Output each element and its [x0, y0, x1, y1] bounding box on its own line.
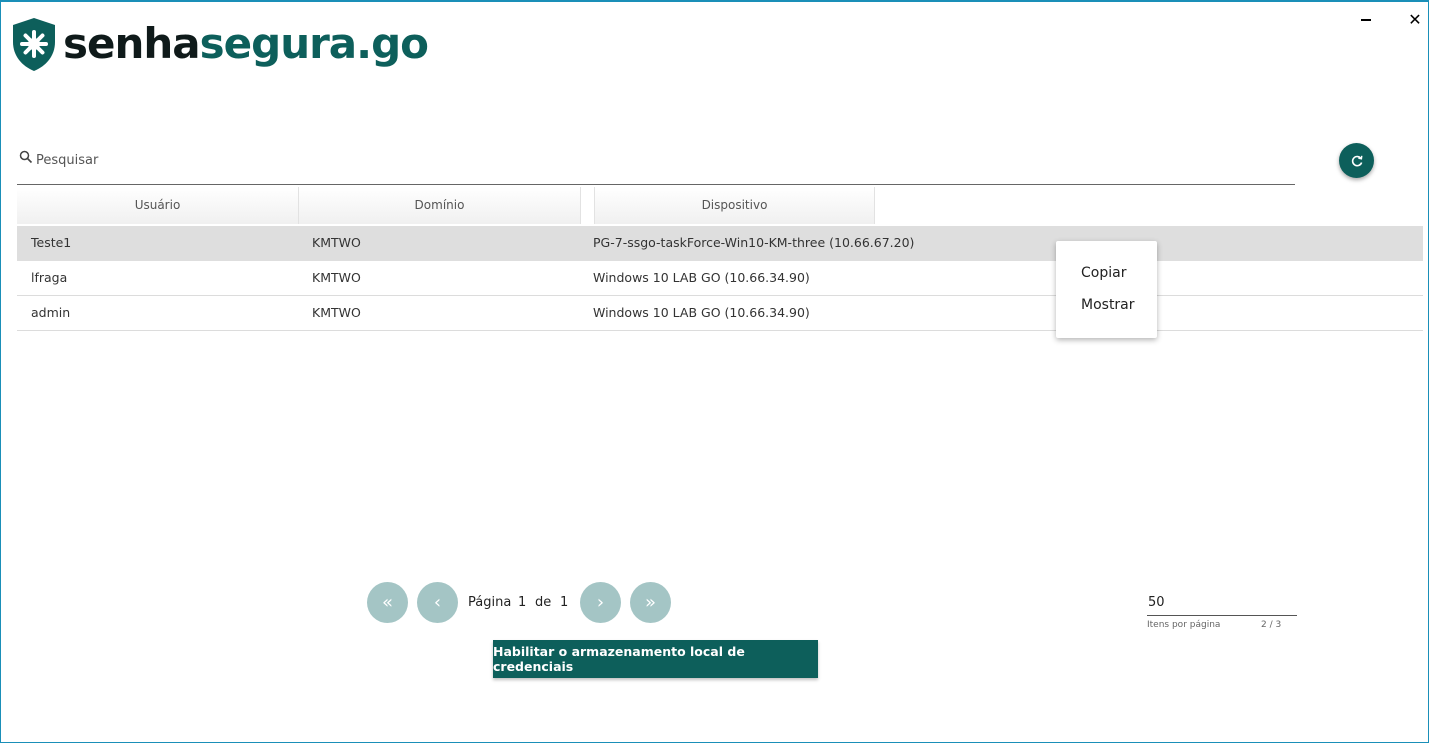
context-menu-show[interactable]: Mostrar	[1081, 297, 1135, 313]
brand-logo: senhasegura.go	[11, 14, 429, 74]
cell-user: lfraga	[31, 270, 68, 285]
table-row[interactable]: admin KMTWO Windows 10 LAB GO (10.66.34.…	[17, 296, 1423, 331]
cell-domain: KMTWO	[312, 270, 361, 285]
close-button[interactable]: ✕	[1403, 10, 1427, 30]
brand-name: senhasegura.go	[63, 16, 429, 72]
context-menu-copy[interactable]: Copiar	[1081, 265, 1126, 281]
items-per-page-select[interactable]: 50	[1147, 594, 1297, 616]
chevron-right-icon: ›	[596, 592, 605, 613]
cell-device: Windows 10 LAB GO (10.66.34.90)	[593, 305, 810, 320]
app-window: ✕ senhasegura.go Usuário	[0, 0, 1429, 743]
brand-name-part1: senha	[63, 19, 201, 68]
shield-logo-icon	[13, 18, 55, 71]
previous-page-button[interactable]: ‹	[417, 582, 458, 623]
cell-user: admin	[31, 305, 71, 320]
search-icon	[19, 150, 33, 164]
page-label: Página	[468, 595, 512, 610]
first-page-button[interactable]: «	[367, 582, 408, 623]
items-per-page-label: Itens por página	[1147, 620, 1221, 630]
cell-domain: KMTWO	[312, 235, 361, 250]
column-header-domain[interactable]: Domínio	[299, 187, 581, 224]
enable-local-storage-button[interactable]: Habilitar o armazenamento local de crede…	[493, 640, 818, 678]
column-header-user[interactable]: Usuário	[17, 187, 299, 224]
minimize-button[interactable]	[1355, 10, 1379, 30]
refresh-icon	[1351, 155, 1362, 166]
context-menu: Copiar Mostrar	[1056, 241, 1157, 338]
items-count: 2 / 3	[1261, 620, 1282, 630]
current-page: 1	[518, 595, 527, 610]
brand-name-part2: segura.go	[199, 19, 429, 68]
table-body: Teste1 KMTWO PG-7-ssgo-taskForce-Win10-K…	[17, 226, 1423, 331]
chevron-left-icon: ‹	[433, 592, 442, 613]
cell-user: Teste1	[31, 235, 72, 250]
last-page-button[interactable]: »	[630, 582, 671, 623]
cell-device: Windows 10 LAB GO (10.66.34.90)	[593, 270, 810, 285]
refresh-button[interactable]	[1339, 143, 1374, 178]
cell-device: PG-7-ssgo-taskForce-Win10-KM-three (10.6…	[593, 235, 915, 250]
double-chevron-right-icon: »	[644, 592, 656, 613]
double-chevron-left-icon: «	[381, 592, 393, 613]
page-of-label: de	[535, 595, 552, 610]
search-input[interactable]	[34, 147, 1238, 173]
next-page-button[interactable]: ›	[580, 582, 621, 623]
table-row[interactable]: lfraga KMTWO Windows 10 LAB GO (10.66.34…	[17, 261, 1423, 296]
items-per-page-value: 50	[1148, 595, 1165, 610]
table-row[interactable]: Teste1 KMTWO PG-7-ssgo-taskForce-Win10-K…	[17, 226, 1423, 261]
cell-domain: KMTWO	[312, 305, 361, 320]
total-pages: 1	[560, 595, 569, 610]
column-header-device[interactable]: Dispositivo	[594, 187, 875, 224]
search-bar	[17, 144, 1295, 185]
